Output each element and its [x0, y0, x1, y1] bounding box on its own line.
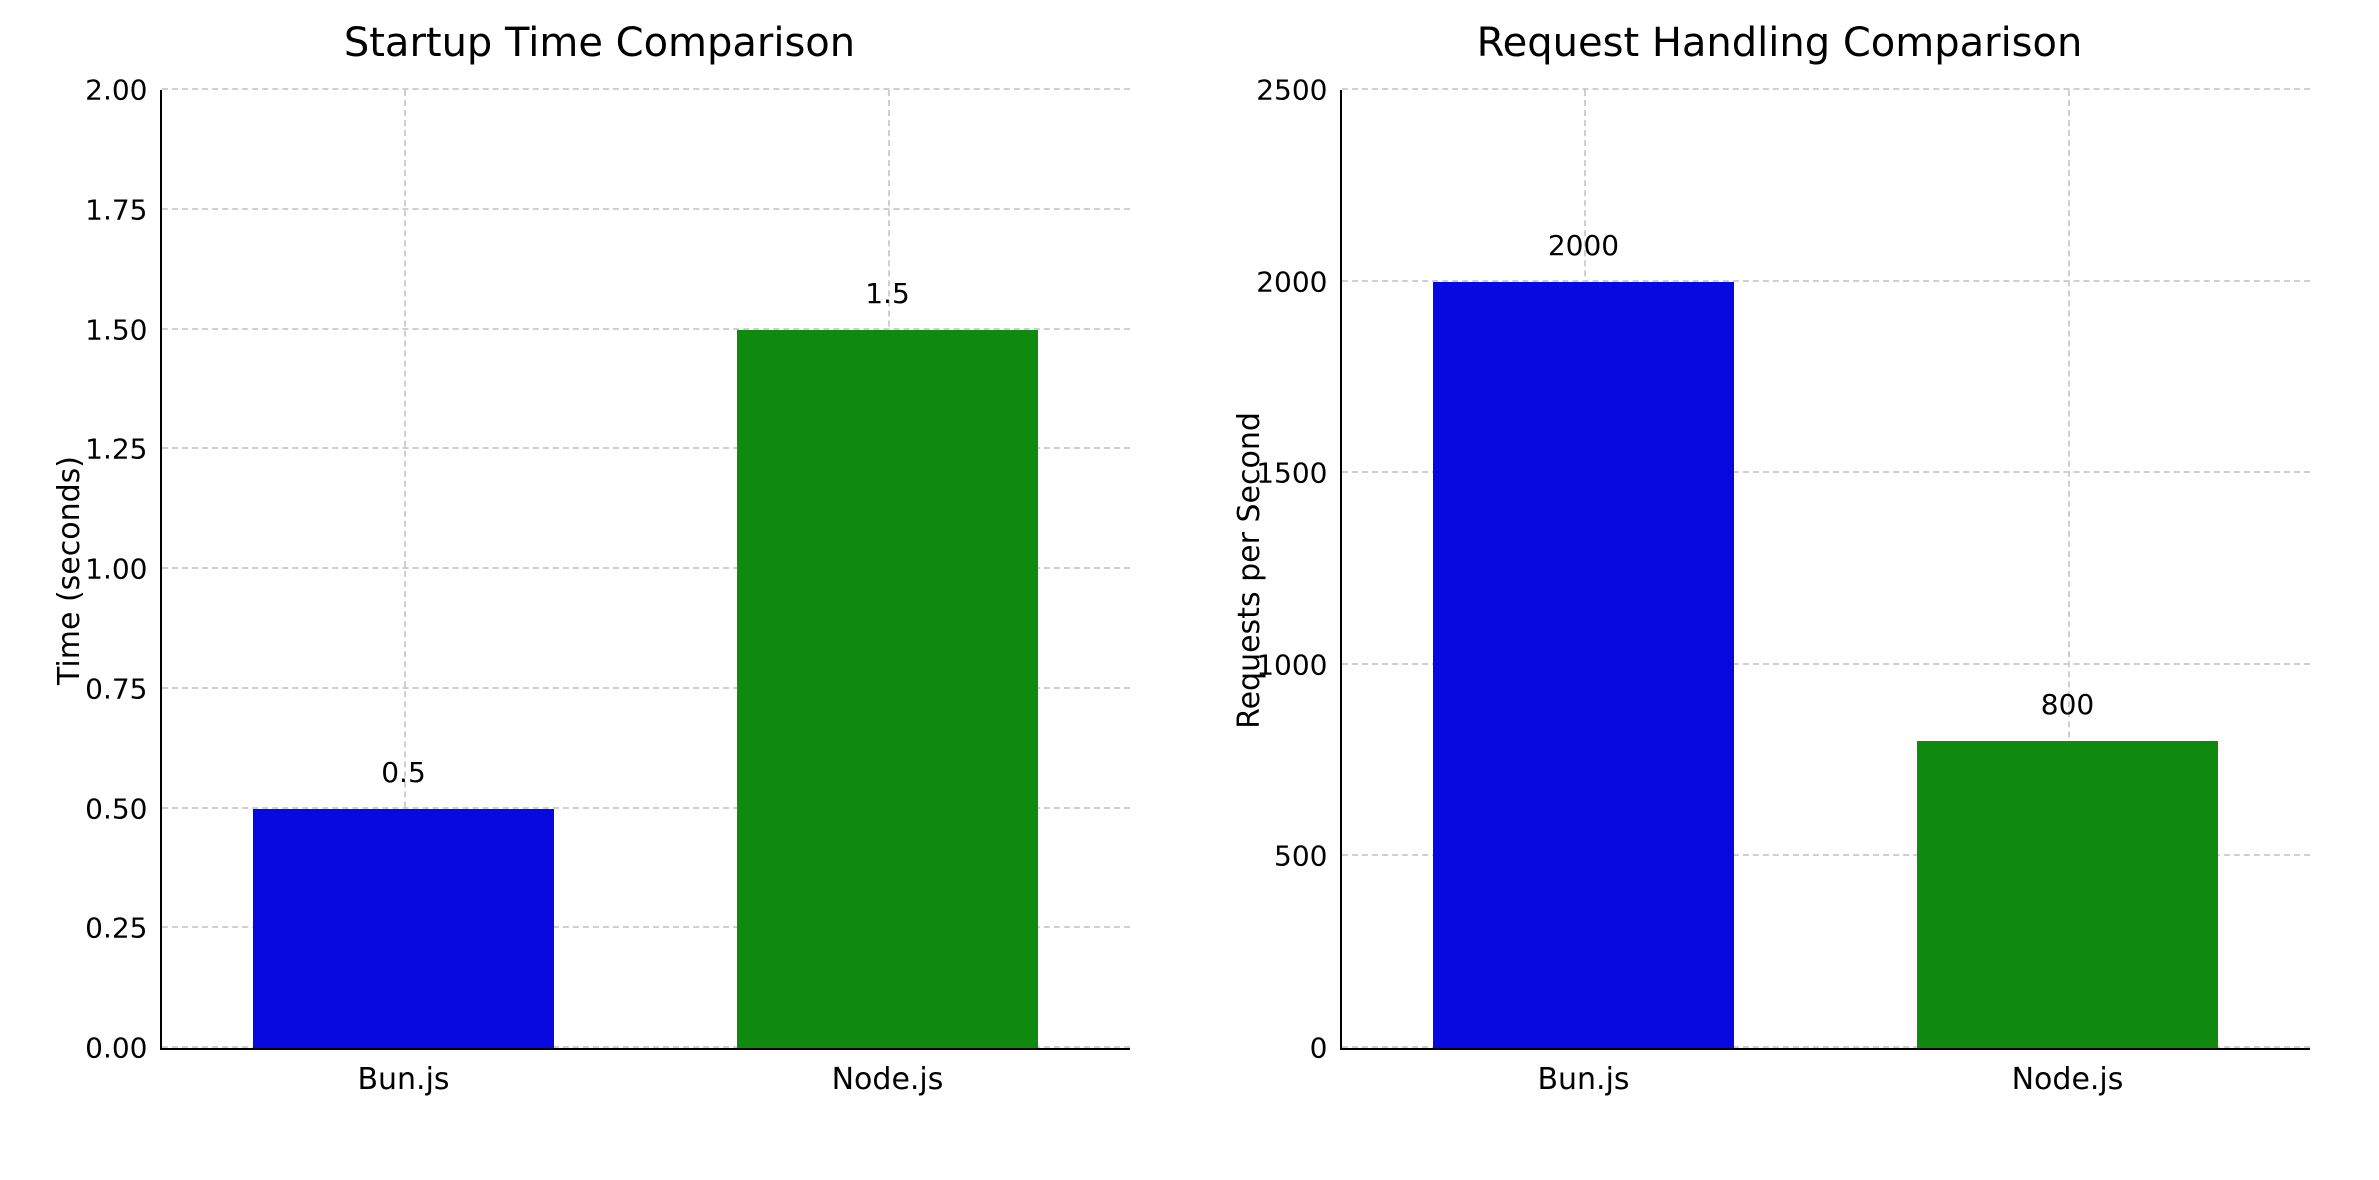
y-tick-label: 0.00: [85, 1032, 147, 1065]
y-tick-label: 1.00: [85, 553, 147, 586]
grid-line: [1342, 88, 2310, 90]
y-axis-label: Time (seconds): [52, 456, 87, 685]
y-tick-label: 1500: [1256, 457, 1327, 490]
y-tick-label: 500: [1274, 840, 1327, 873]
y-tick-label: 2000: [1256, 265, 1327, 298]
bar: [1917, 741, 2217, 1048]
x-tick-label: Node.js: [2012, 1062, 2124, 1097]
bar-value-label: 1.5: [865, 277, 910, 310]
y-tick-label: 0.25: [85, 912, 147, 945]
y-tick-label: 1.50: [85, 313, 147, 346]
bar: [737, 330, 1037, 1049]
bar: [1433, 282, 1733, 1048]
chart-title: Request Handling Comparison: [1220, 20, 2340, 66]
y-tick-label: 2500: [1256, 74, 1327, 107]
bar: [253, 809, 553, 1049]
bar-value-label: 0.5: [381, 756, 426, 789]
plot-area: 050010001500200025002000Bun.js800Node.js: [1340, 90, 2310, 1050]
subplot-startup-time: Startup Time Comparison Time (seconds) 0…: [40, 20, 1160, 1120]
y-tick-label: 0.75: [85, 672, 147, 705]
x-tick-label: Bun.js: [357, 1062, 449, 1097]
subplot-request-handling: Request Handling Comparison Requests per…: [1220, 20, 2340, 1120]
y-tick-label: 1.75: [85, 193, 147, 226]
y-tick-label: 2.00: [85, 74, 147, 107]
y-axis-label-wrap: Time (seconds): [50, 90, 90, 1050]
x-tick-label: Node.js: [832, 1062, 944, 1097]
figure: Startup Time Comparison Time (seconds) 0…: [20, 20, 2359, 1160]
y-tick-label: 0.50: [85, 792, 147, 825]
y-axis-label-wrap: Requests per Second: [1230, 90, 1270, 1050]
y-tick-label: 0: [1310, 1032, 1328, 1065]
bar-value-label: 800: [2041, 688, 2094, 721]
y-tick-label: 1000: [1256, 648, 1327, 681]
y-tick-label: 1.25: [85, 433, 147, 466]
grid-line: [162, 208, 1130, 210]
bar-value-label: 2000: [1548, 229, 1619, 262]
grid-line: [162, 88, 1130, 90]
chart-title: Startup Time Comparison: [40, 20, 1160, 66]
x-tick-label: Bun.js: [1537, 1062, 1629, 1097]
plot-area: 0.000.250.500.751.001.251.501.752.000.5B…: [160, 90, 1130, 1050]
